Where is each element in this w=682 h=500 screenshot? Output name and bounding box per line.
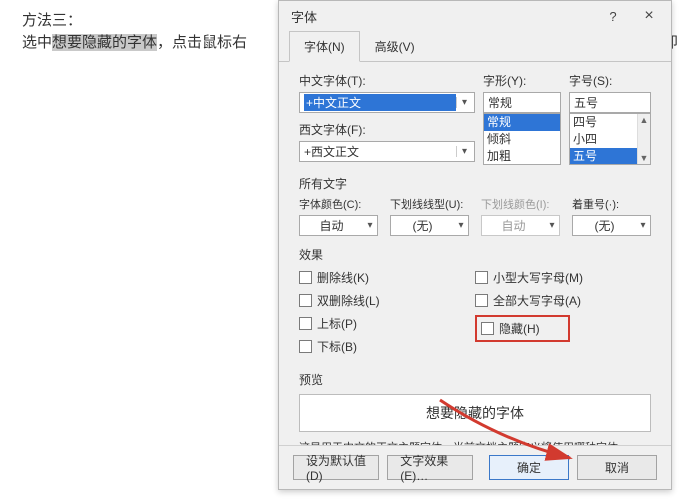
- checkbox-allcaps[interactable]: 全部大写字母(A): [475, 292, 651, 309]
- effects-label: 效果: [299, 246, 651, 263]
- help-button[interactable]: ?: [595, 2, 631, 30]
- style-input[interactable]: 常规: [483, 92, 561, 113]
- size-input[interactable]: 五号: [569, 92, 651, 113]
- checkbox-icon: [475, 294, 488, 307]
- all-text-label: 所有文字: [299, 175, 651, 192]
- ok-button[interactable]: 确定: [489, 455, 569, 480]
- font-dialog: 字体 ? × 字体(N) 高级(V) 中文字体(T): +中文正文 ▾ 西文字体…: [278, 0, 672, 490]
- cjk-font-label: 中文字体(T):: [299, 72, 475, 89]
- latin-font-value: +西文正文: [304, 143, 456, 160]
- style-value: 常规: [488, 94, 558, 111]
- font-color-combo[interactable]: 自动 ▾: [299, 215, 378, 236]
- dialog-title: 字体: [291, 7, 595, 26]
- bg-line2a: 选中: [22, 34, 52, 51]
- checkbox-hidden[interactable]: 隐藏(H): [481, 320, 540, 337]
- size-scrollbar[interactable]: ▲ ▼: [637, 114, 650, 164]
- chk-sub-label: 下标(B): [317, 338, 357, 355]
- scroll-up-icon: ▲: [640, 115, 649, 125]
- underline-color-value: 自动: [482, 217, 545, 234]
- checkbox-icon: [299, 271, 312, 284]
- checkbox-icon: [299, 294, 312, 307]
- text-effects-button[interactable]: 文字效果(E)…: [387, 455, 473, 480]
- checkbox-icon: [475, 271, 488, 284]
- close-button[interactable]: ×: [631, 2, 667, 30]
- set-default-button[interactable]: 设为默认值(D): [293, 455, 379, 480]
- chevron-down-icon: ▾: [456, 146, 472, 157]
- bg-selection: 想要隐藏的字体: [52, 34, 157, 51]
- checkbox-strikethrough[interactable]: 删除线(K): [299, 269, 475, 286]
- chk-strike-label: 删除线(K): [317, 269, 369, 286]
- preview-label: 预览: [299, 371, 651, 388]
- dialog-titlebar: 字体 ? ×: [279, 1, 671, 31]
- checkbox-icon: [481, 322, 494, 335]
- chevron-down-icon: ▾: [456, 97, 472, 108]
- checkbox-smallcaps[interactable]: 小型大写字母(M): [475, 269, 651, 286]
- checkbox-double-strikethrough[interactable]: 双删除线(L): [299, 292, 475, 309]
- scroll-down-icon: ▼: [640, 153, 649, 163]
- preview-text: 想要隐藏的字体: [426, 403, 524, 423]
- style-listbox[interactable]: 常规 倾斜 加粗: [483, 113, 561, 165]
- dialog-button-bar: 设为默认值(D) 文字效果(E)… 确定 取消: [279, 445, 671, 489]
- checkbox-superscript[interactable]: 上标(P): [299, 315, 475, 332]
- chk-dblstrike-label: 双删除线(L): [317, 292, 380, 309]
- underline-style-value: (无): [391, 217, 454, 234]
- style-option-regular[interactable]: 常规: [484, 114, 560, 131]
- underline-style-combo[interactable]: (无) ▾: [390, 215, 469, 236]
- tab-advanced[interactable]: 高级(V): [360, 31, 430, 62]
- style-option-bold[interactable]: 加粗: [484, 148, 560, 165]
- cjk-font-combo[interactable]: +中文正文 ▾: [299, 92, 475, 113]
- font-color-label: 字体颜色(C):: [299, 196, 378, 212]
- chevron-down-icon: ▾: [545, 220, 559, 231]
- chk-sup-label: 上标(P): [317, 315, 357, 332]
- underline-color-label: 下划线颜色(I):: [481, 196, 560, 212]
- cjk-font-value: +中文正文: [304, 94, 456, 111]
- chk-hidden-label: 隐藏(H): [499, 320, 540, 337]
- checkbox-subscript[interactable]: 下标(B): [299, 338, 475, 355]
- underline-style-label: 下划线线型(U):: [390, 196, 469, 212]
- style-option-italic[interactable]: 倾斜: [484, 131, 560, 148]
- checkbox-icon: [299, 317, 312, 330]
- emphasis-label: 着重号(·):: [572, 196, 651, 212]
- dialog-content: 中文字体(T): +中文正文 ▾ 西文字体(F): +西文正文 ▾ 字形(Y):…: [279, 62, 671, 463]
- hidden-highlight-box: 隐藏(H): [475, 315, 570, 342]
- chevron-down-icon: ▾: [636, 220, 650, 231]
- checkbox-icon: [299, 340, 312, 353]
- emphasis-value: (无): [573, 217, 636, 234]
- bg-line1: 方法三：: [22, 12, 82, 29]
- emphasis-combo[interactable]: (无) ▾: [572, 215, 651, 236]
- latin-font-label: 西文字体(F):: [299, 121, 475, 138]
- latin-font-combo[interactable]: +西文正文 ▾: [299, 141, 475, 162]
- dialog-tabs: 字体(N) 高级(V): [279, 31, 671, 62]
- chevron-down-icon: ▾: [363, 220, 377, 231]
- size-listbox[interactable]: 四号 小四 五号 ▲ ▼: [569, 113, 651, 165]
- bg-line2b: ，点击鼠标右: [157, 34, 247, 51]
- style-label: 字形(Y):: [483, 72, 561, 89]
- size-label: 字号(S):: [569, 72, 651, 89]
- underline-color-combo: 自动 ▾: [481, 215, 560, 236]
- chevron-down-icon: ▾: [454, 220, 468, 231]
- chk-smallcaps-label: 小型大写字母(M): [493, 269, 583, 286]
- size-value: 五号: [574, 94, 648, 111]
- font-color-value: 自动: [300, 217, 363, 234]
- preview-box: 想要隐藏的字体: [299, 394, 651, 432]
- tab-font[interactable]: 字体(N): [289, 31, 360, 62]
- chk-allcaps-label: 全部大写字母(A): [493, 292, 581, 309]
- cancel-button[interactable]: 取消: [577, 455, 657, 480]
